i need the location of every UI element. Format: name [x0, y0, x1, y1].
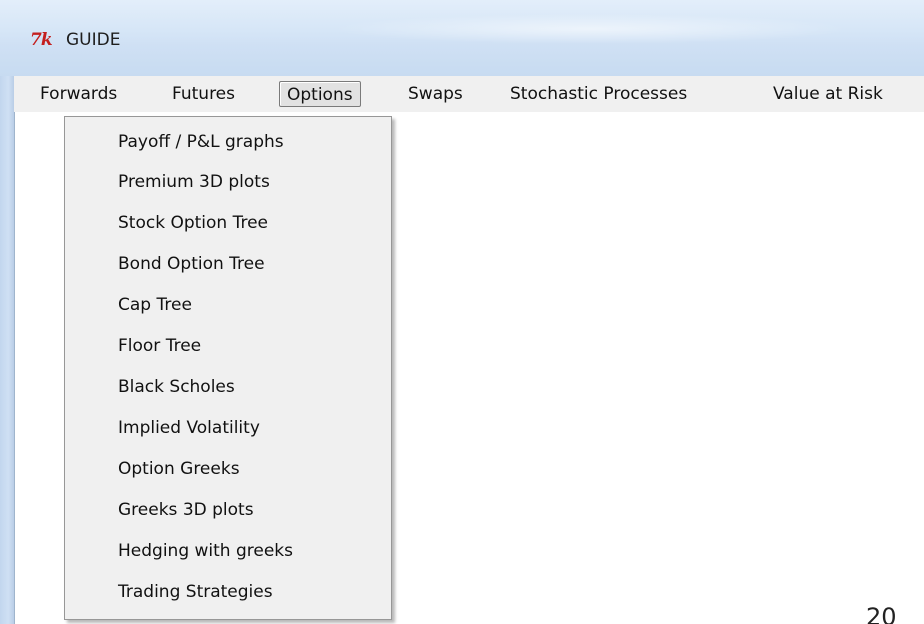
- menu-item-bond-option-tree[interactable]: Bond Option Tree: [118, 249, 265, 279]
- menu-item-premium-3d-plots[interactable]: Premium 3D plots: [118, 167, 270, 197]
- menu-stochastic-processes[interactable]: Stochastic Processes: [510, 81, 687, 107]
- menu-futures[interactable]: Futures: [172, 81, 235, 107]
- window-title: GUIDE: [66, 30, 121, 50]
- content-frame-edge: [14, 112, 29, 624]
- title-bar[interactable]: 7k GUIDE: [0, 0, 924, 76]
- title-bar-glow: [330, 14, 850, 44]
- menu-item-greeks-3d-plots[interactable]: Greeks 3D plots: [118, 495, 254, 525]
- menu-item-cap-tree[interactable]: Cap Tree: [118, 290, 192, 320]
- menu-value-at-risk[interactable]: Value at Risk: [773, 81, 883, 107]
- partial-content-text: 20: [866, 603, 897, 624]
- menu-item-floor-tree[interactable]: Floor Tree: [118, 331, 201, 361]
- menu-bar: Forwards Futures Options Swaps Stochasti…: [14, 76, 924, 112]
- menu-options[interactable]: Options: [279, 81, 361, 107]
- menu-item-trading-strategies[interactable]: Trading Strategies: [118, 577, 273, 607]
- menu-item-black-scholes[interactable]: Black Scholes: [118, 372, 235, 402]
- menu-item-stock-option-tree[interactable]: Stock Option Tree: [118, 208, 268, 238]
- menu-forwards[interactable]: Forwards: [40, 81, 117, 107]
- menu-item-payoff-pl-graphs[interactable]: Payoff / P&L graphs: [118, 127, 284, 157]
- options-dropdown-menu: Payoff / P&L graphs Premium 3D plots Sto…: [64, 116, 392, 620]
- menu-item-implied-volatility[interactable]: Implied Volatility: [118, 413, 260, 443]
- menu-swaps[interactable]: Swaps: [408, 81, 463, 107]
- app-window: 7k GUIDE Forwards Futures Options Swaps …: [0, 0, 924, 624]
- tk-app-icon[interactable]: 7k: [30, 30, 53, 50]
- window-left-border: [0, 76, 14, 624]
- menu-item-option-greeks[interactable]: Option Greeks: [118, 454, 240, 484]
- menu-item-hedging-with-greeks[interactable]: Hedging with greeks: [118, 536, 293, 566]
